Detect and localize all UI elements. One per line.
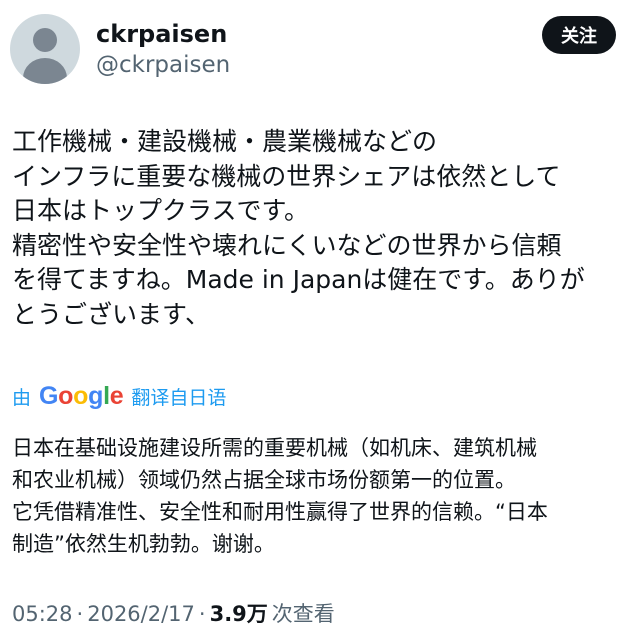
translation-text-line: 日本在基础设施建设所需的重要机械（如机床、建筑机械 — [12, 436, 537, 460]
tweet-text-line: 工作機械・建設機械・農業機械などの — [12, 127, 438, 156]
tweet-date[interactable]: 2026/2/17 — [87, 602, 195, 626]
avatar-body-shape — [23, 58, 67, 84]
translated-by-label: 由 — [12, 386, 32, 409]
google-logo-letter: l — [103, 381, 110, 410]
tweet-metadata: 05:28 · 2026/2/17 · 3.9万 次查看 — [12, 598, 335, 628]
views-label: 次查看 — [271, 602, 335, 626]
avatar-head-shape — [33, 28, 57, 52]
translation-text: 日本在基础设施建设所需的重要机械（如机床、建筑机械 和农业机械）领域仍然占据全球… — [12, 432, 632, 560]
avatar[interactable] — [10, 14, 80, 84]
meta-separator: · — [76, 602, 84, 626]
follow-button[interactable]: 关注 — [542, 16, 616, 54]
google-logo-letter: o — [58, 381, 74, 410]
tweet-text: 工作機械・建設機械・農業機械などの インフラに重要な機械の世界シェアは依然として… — [12, 125, 632, 332]
translation-text-line: 和农业机械）领域仍然占据全球市场份额第一的位置。 — [12, 468, 516, 492]
tweet: ckrpaisen @ckrpaisen 关注 工作機械・建設機械・農業機械など… — [0, 0, 640, 626]
google-logo-letter: g — [88, 381, 104, 410]
google-logo-letter: o — [73, 381, 89, 410]
tweet-text-line: 日本はトップクラスです。 — [12, 196, 310, 225]
display-name[interactable]: ckrpaisen — [96, 20, 227, 48]
google-logo-letter: G — [39, 381, 59, 410]
translation-text-line: 制造”依然生机勃勃。谢谢。 — [12, 532, 275, 556]
translation-attribution[interactable]: 由 Google 翻译自日语 — [12, 380, 226, 412]
views-count: 3.9万 — [209, 602, 268, 626]
translation-text-line: 它凭借精准性、安全性和耐用性赢得了世界的信赖。“日本 — [12, 500, 548, 524]
tweet-text-line: とうございます、 — [12, 299, 211, 329]
tweet-text-line: 精密性や安全性や壊れにくいなどの世界から信頼 — [12, 230, 562, 260]
translated-from-label: 翻译自日语 — [131, 386, 227, 409]
user-handle[interactable]: @ckrpaisen — [96, 52, 230, 78]
meta-separator: · — [198, 602, 206, 626]
tweet-time[interactable]: 05:28 — [12, 602, 73, 626]
google-logo-letter: e — [109, 381, 124, 410]
tweet-text-line: を得てますね。Made in Japanは健在です。ありが — [12, 265, 585, 294]
tweet-text-line: インフラに重要な機械の世界シェアは依然として — [12, 161, 561, 191]
google-logo: Google — [39, 381, 124, 411]
